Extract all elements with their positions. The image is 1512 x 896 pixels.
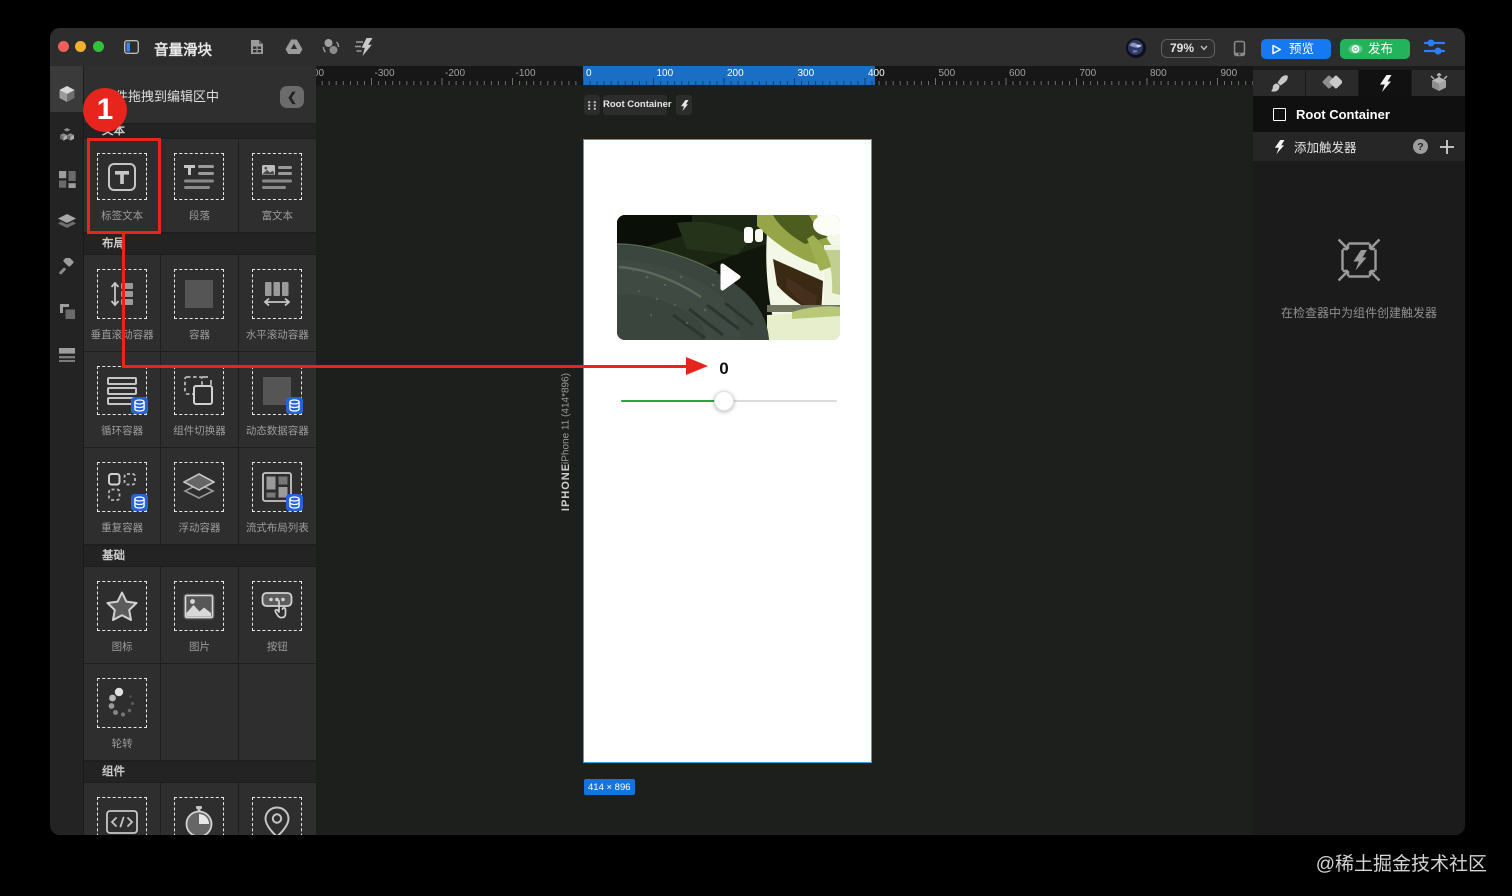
svg-text:-200: -200 <box>445 68 465 79</box>
svg-text:400: 400 <box>868 68 885 79</box>
svg-text:800: 800 <box>1150 68 1167 79</box>
svg-text:100: 100 <box>657 68 674 79</box>
svg-text:0: 0 <box>586 68 592 79</box>
svg-text:500: 500 <box>939 68 956 79</box>
svg-text:-400: -400 <box>316 68 324 79</box>
svg-text:?: ? <box>1417 141 1423 153</box>
svg-text:200: 200 <box>727 68 744 79</box>
svg-text:300: 300 <box>798 68 815 79</box>
svg-text:900: 900 <box>1221 68 1238 79</box>
svg-text:-300: -300 <box>375 68 395 79</box>
svg-text:-100: -100 <box>516 68 536 79</box>
svg-text:700: 700 <box>1080 68 1097 79</box>
svg-text:600: 600 <box>1009 68 1026 79</box>
